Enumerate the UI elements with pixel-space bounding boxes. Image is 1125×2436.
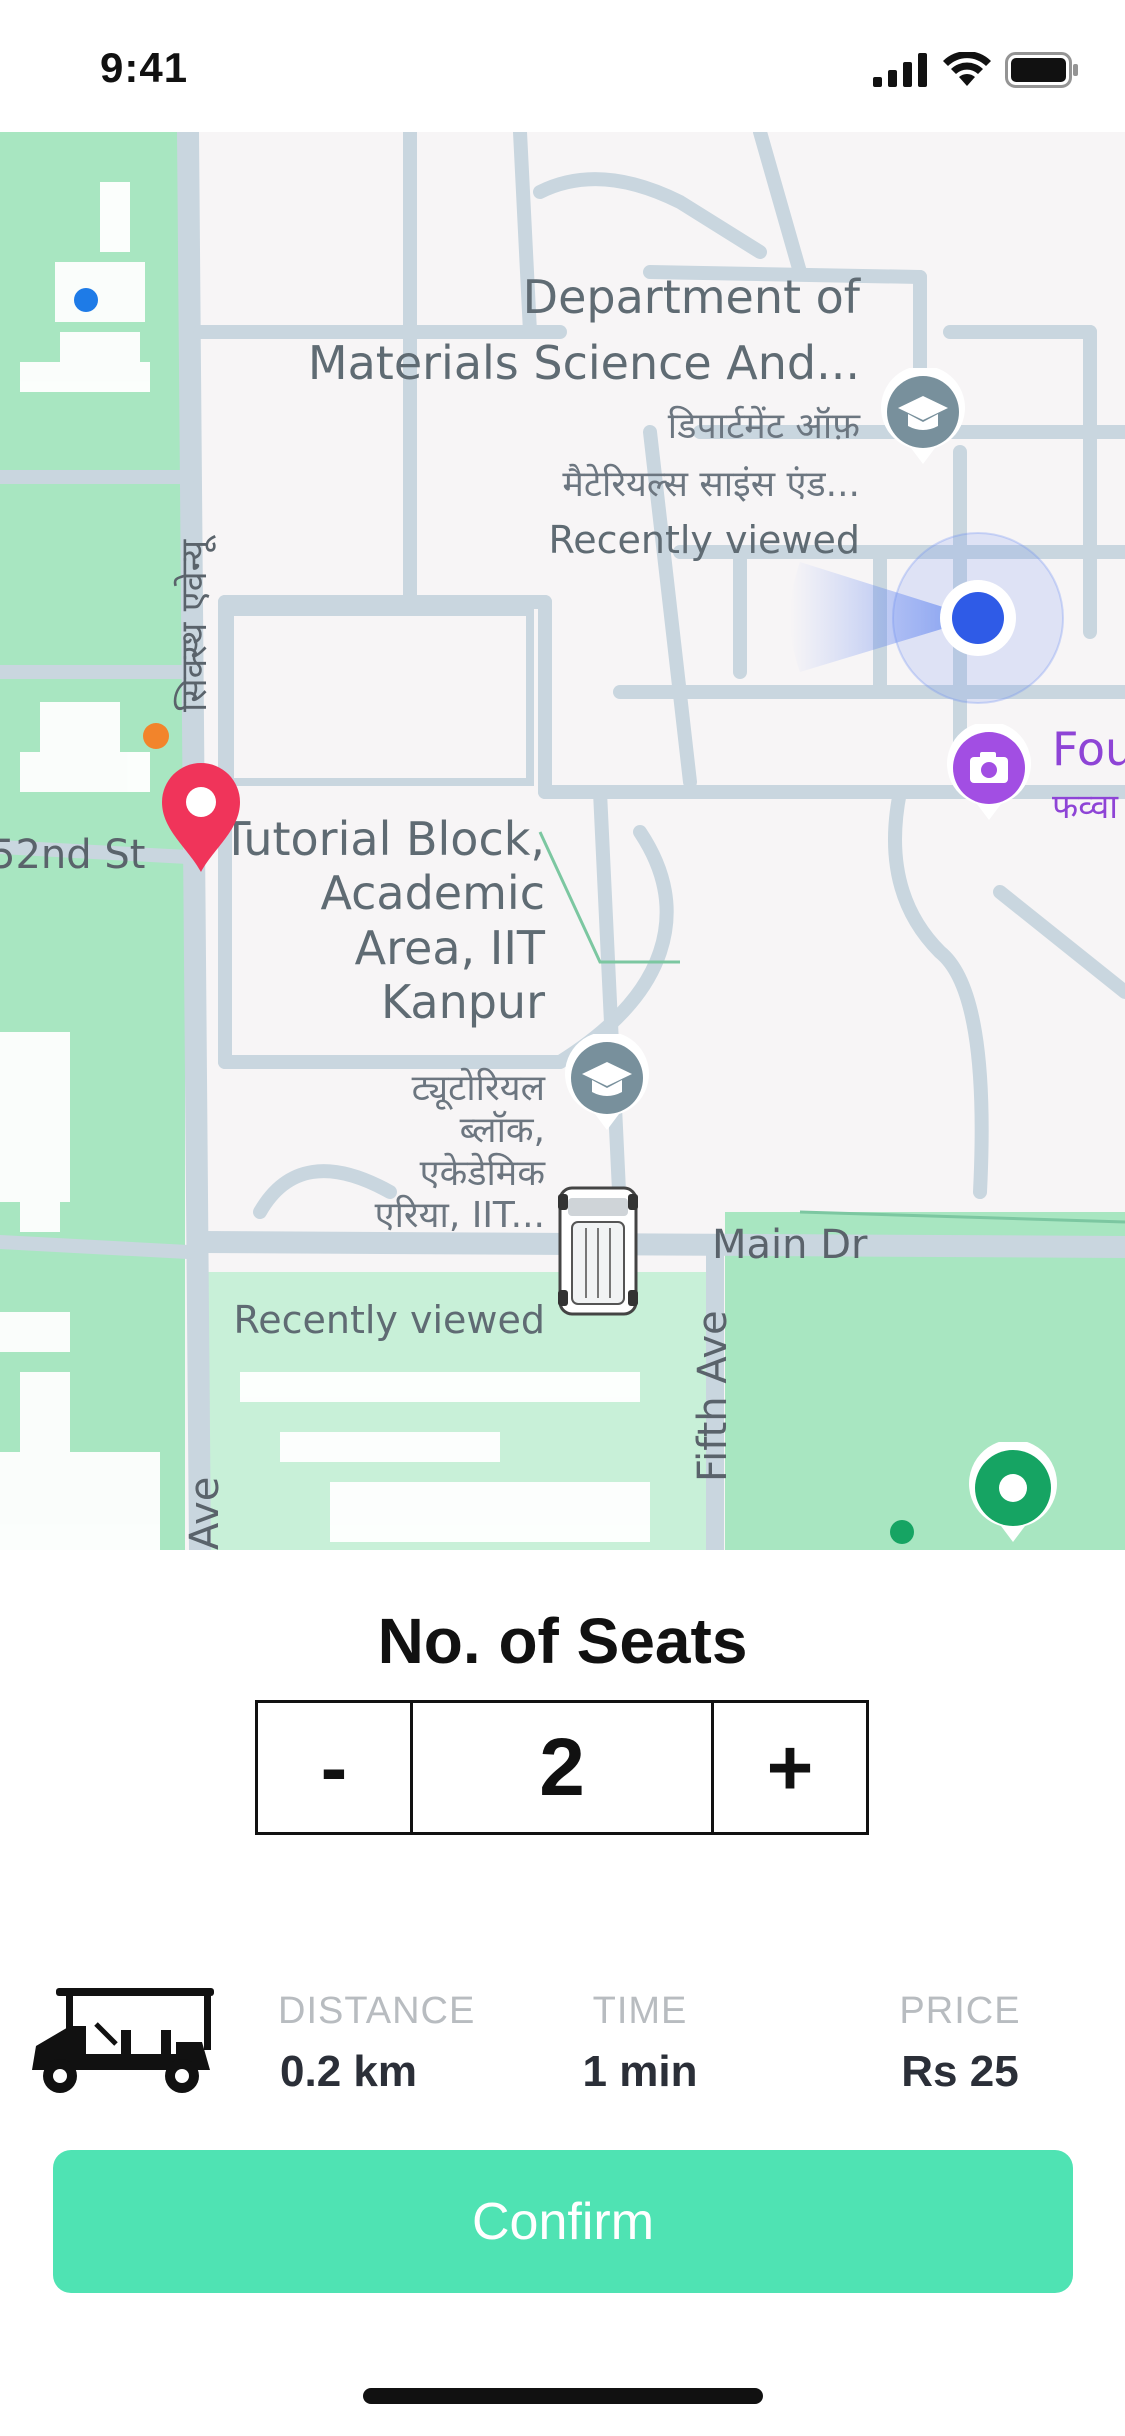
school-pin-icon[interactable] (562, 1034, 652, 1134)
road-label-hindi: सिक्स्थ एवेन्यू (174, 539, 215, 712)
park-pin-icon[interactable] (966, 1442, 1060, 1546)
confirm-button[interactable]: Confirm (53, 2150, 1073, 2293)
time-value: 1 min (582, 2047, 698, 2096)
vehicle-marker-icon (558, 1186, 638, 1316)
price-stat: PRICE Rs 25 (880, 1990, 1040, 2097)
dept-label-hi-1: डिपार्टमेंट ऑफ़ (667, 406, 860, 447)
status-icons (873, 50, 1079, 90)
seats-value: 2 (410, 1703, 714, 1832)
dept-recent-label: Recently viewed (548, 518, 860, 562)
price-value: Rs 25 (901, 2047, 1019, 2096)
dept-label-en-2: Materials Science And... (307, 336, 860, 390)
status-bar: 9:41 (0, 0, 1125, 132)
tutorial-label-hi: ट्यूटोरियल ब्लॉक, एकेडेमिक एरिया, IIT... (374, 1068, 545, 1237)
camera-pin-icon[interactable] (944, 724, 1034, 824)
price-label: PRICE (899, 1990, 1021, 2032)
battery-icon (1005, 52, 1078, 88)
road-label-52nd-st: 52nd St (0, 832, 146, 878)
road-label-main-dr: Main Dr (712, 1222, 868, 1268)
road-label-fifth-ave: Fifth Ave (690, 1310, 736, 1482)
increment-seats-button[interactable]: + (714, 1703, 866, 1832)
cellular-signal-icon (873, 53, 927, 87)
time-label: TIME (592, 1990, 688, 2032)
trip-summary: DISTANCE 0.2 km TIME 1 min PRICE Rs 25 (0, 1962, 1125, 2102)
distance-value: 0.2 km (280, 2047, 417, 2096)
road-label-ave: Ave (182, 1476, 228, 1550)
map-view[interactable]: Department of Materials Science And... ड… (0, 132, 1125, 1550)
destination-pin-icon[interactable] (158, 760, 244, 874)
distance-stat: DISTANCE 0.2 km (278, 1990, 474, 2097)
decrement-seats-button[interactable]: - (258, 1703, 410, 1832)
status-time: 9:41 (100, 44, 189, 91)
school-pin-icon[interactable] (878, 368, 968, 468)
booking-sheet: No. of Seats - 2 + DISTANCE 0.2 km TIME … (0, 1550, 1125, 2436)
home-indicator[interactable] (363, 2388, 763, 2404)
wifi-icon (943, 52, 991, 86)
fountain-label-en: Fou (1052, 722, 1125, 776)
distance-label: DISTANCE (278, 1990, 476, 2032)
current-location-icon (940, 580, 1016, 656)
dept-label-en-1: Department of (522, 270, 860, 324)
fountain-label-hi: फव्वा (1052, 787, 1119, 827)
golf-cart-icon (32, 1988, 214, 2093)
tutorial-label-en: Tutorial Block, Academic Area, IIT Kanpu… (222, 812, 545, 1029)
time-stat: TIME 1 min (560, 1990, 720, 2097)
seats-stepper: - 2 + (255, 1700, 869, 1835)
seats-title: No. of Seats (377, 1605, 748, 1677)
tutorial-recent-label: Recently viewed (233, 1298, 545, 1342)
dept-label-hi-2: मैटेरियल्स साइंस एंड... (562, 464, 860, 505)
